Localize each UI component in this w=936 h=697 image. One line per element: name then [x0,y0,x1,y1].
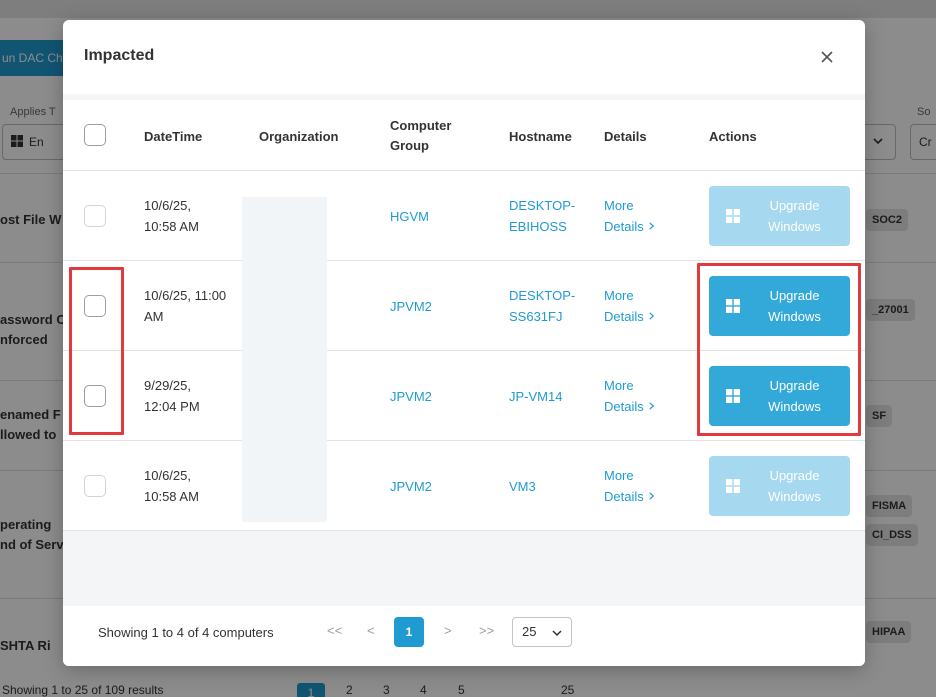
datetime-time: 10:58 AM [144,489,199,504]
column-header-datetime[interactable]: DateTime [144,127,202,147]
computer-group-link[interactable]: JPVM2 [390,386,432,407]
per-page-select[interactable]: 25 [512,617,572,647]
hostname-line1: DESKTOP- [509,198,576,213]
chevron-right-icon [647,216,656,237]
annotation-highlight-upgrade-buttons [697,263,861,436]
computer-group-link[interactable]: JPVM2 [390,296,432,317]
chevron-right-icon [647,306,656,327]
hostname-line1: VM3 [509,479,536,494]
hostname-line1: JP-VM14 [509,389,563,404]
upgrade-windows-button[interactable]: Upgrade Windows [709,456,850,516]
more-details-link[interactable]: More Details [604,195,656,237]
more-details-line1: More [604,378,634,393]
previous-page-button[interactable]: < [367,623,375,638]
modal-header: Impacted [63,20,865,94]
upgrade-windows-label: Upgrade Windows [768,468,821,504]
windows-icon [726,478,740,493]
datetime-cell: 10/6/25, 11:00 AM [144,285,226,327]
datetime-cell: 10/6/25, 10:58 AM [144,465,199,507]
more-details-line1: More [604,468,634,483]
hostname-link[interactable]: DESKTOP- EBIHOSS [509,195,575,237]
annotation-highlight-checkboxes [69,267,124,435]
computer-group-link[interactable]: JPVM2 [390,476,432,497]
column-header-actions: Actions [709,129,757,144]
more-details-line2: Details [604,489,644,504]
modal-footer: Showing 1 to 4 of 4 computers << < 1 > >… [63,606,865,666]
windows-icon [726,208,740,223]
page-1-button[interactable]: 1 [394,617,424,647]
modal-title: Impacted [84,47,155,64]
hostname-link[interactable]: VM3 [509,476,536,497]
per-page-value: 25 [522,624,537,639]
table-row: 10/6/25, 10:58 AM JPVM2 VM3 More Details… [63,441,865,531]
first-page-button[interactable]: << [327,623,342,638]
next-page-button[interactable]: > [444,623,452,638]
last-page-button[interactable]: >> [479,623,494,638]
more-details-line2: Details [604,219,644,234]
datetime-date: 10/6/25, [144,198,191,213]
more-details-line2: Details [604,309,644,324]
datetime-time: 12:04 PM [144,399,200,414]
row-checkbox[interactable] [84,475,106,497]
computer-group-link[interactable]: HGVM [390,206,429,227]
datetime-time: AM [144,309,164,324]
more-details-line2: Details [604,399,644,414]
close-button[interactable] [815,45,839,69]
column-header-details[interactable]: Details [604,127,647,147]
column-header-computer-group-line1: Computer [390,118,452,133]
chevron-right-icon [647,486,656,507]
column-header-hostname[interactable]: Hostname [509,127,572,147]
datetime-date: 10/6/25, [144,468,191,483]
chevron-down-icon [552,630,562,637]
column-header-organization[interactable]: Organization [259,127,338,147]
upgrade-windows-button[interactable]: Upgrade Windows [709,186,850,246]
select-all-checkbox[interactable] [84,124,106,146]
chevron-right-icon [647,396,656,417]
column-header-computer-group[interactable]: Computer Group [390,116,451,156]
hostname-line2: EBIHOSS [509,219,567,234]
row-checkbox[interactable] [84,205,106,227]
more-details-link[interactable]: More Details [604,285,656,327]
hostname-line2: SS631FJ [509,309,563,324]
hostname-line1: DESKTOP- [509,288,576,303]
table-row: 10/6/25, 10:58 AM HGVM DESKTOP- EBIHOSS … [63,171,865,261]
organization-redacted [242,197,327,522]
hostname-link[interactable]: JP-VM14 [509,386,562,407]
datetime-cell: 10/6/25, 10:58 AM [144,195,199,237]
more-details-line1: More [604,198,634,213]
more-details-line1: More [604,288,634,303]
more-details-link[interactable]: More Details [604,375,656,417]
more-details-link[interactable]: More Details [604,465,656,507]
close-icon [821,51,833,63]
datetime-cell: 9/29/25, 12:04 PM [144,375,200,417]
column-header-computer-group-line2: Group [390,138,429,153]
upgrade-windows-label: Upgrade Windows [768,198,821,234]
pagination-summary: Showing 1 to 4 of 4 computers [98,625,274,640]
datetime-date: 9/29/25, [144,378,191,393]
datetime-time: 10:58 AM [144,219,199,234]
datetime-date: 10/6/25, 11:00 [144,288,227,303]
table-header: DateTime Organization Computer Group Hos… [63,100,865,171]
hostname-link[interactable]: DESKTOP- SS631FJ [509,285,575,327]
